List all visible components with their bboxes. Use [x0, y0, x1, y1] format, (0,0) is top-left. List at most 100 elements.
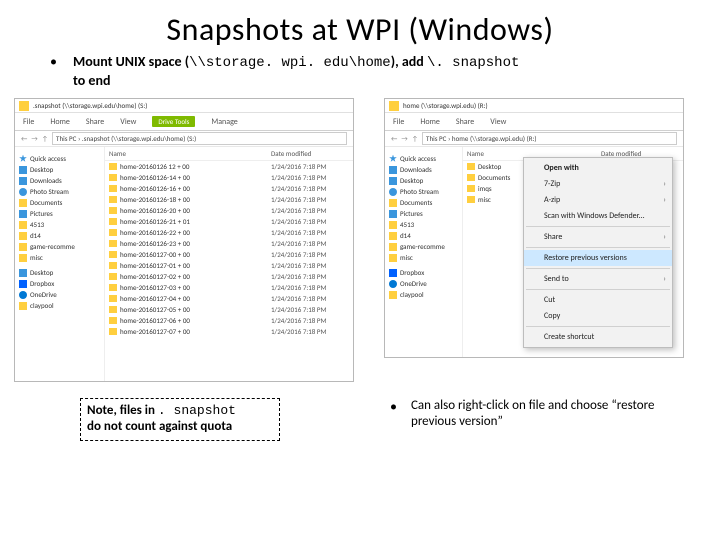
nav-item[interactable]: Dropbox — [387, 267, 460, 278]
list-item[interactable]: home-20160127-00 + 001/24/2016 7:18 PM — [105, 249, 353, 260]
file-date: 1/24/2016 7:18 PM — [271, 206, 349, 215]
nav-item[interactable]: Downloads — [387, 164, 460, 175]
menu-item[interactable]: Restore previous versions — [524, 250, 672, 266]
nav-item[interactable]: 4513 — [17, 219, 102, 230]
list-item[interactable]: home-20160126-18 + 001/24/2016 7:18 PM — [105, 194, 353, 205]
list-item[interactable]: home-20160126-20 + 001/24/2016 7:18 PM — [105, 205, 353, 216]
menu-label: Restore previous versions — [544, 253, 627, 263]
nav-item[interactable]: Quick access — [387, 153, 460, 164]
nav-item[interactable]: Dropbox — [17, 278, 102, 289]
up-icon[interactable]: ↑ — [42, 134, 48, 143]
tab-file[interactable]: File — [23, 117, 34, 127]
list-item[interactable]: home-20160127-05 + 001/24/2016 7:18 PM — [105, 304, 353, 315]
nav-item[interactable]: Desktop — [387, 175, 460, 186]
tab-manage[interactable]: Manage — [211, 117, 237, 127]
path-box[interactable]: This PC › .snapshot (\\storage.wpi.edu\h… — [52, 132, 347, 145]
nav-item[interactable]: Photo Stream — [387, 186, 460, 197]
menu-item[interactable]: Open with — [524, 160, 672, 176]
nav-item[interactable]: d14 — [387, 230, 460, 241]
drive-icon — [389, 101, 399, 111]
breadcrumb[interactable]: ← → ↑ This PC › .snapshot (\\storage.wpi… — [15, 131, 353, 147]
tab-share[interactable]: Share — [456, 117, 474, 127]
nav-item[interactable]: Downloads — [17, 175, 102, 186]
nav-item[interactable]: OneDrive — [387, 278, 460, 289]
menu-item[interactable]: Copy — [524, 308, 672, 324]
breadcrumb[interactable]: ← → ↑ This PC › home (\\storage.wpi.edu)… — [385, 131, 683, 147]
menu-item[interactable]: A-zip› — [524, 192, 672, 208]
menu-label: Scan with Windows Defender... — [544, 211, 645, 221]
nav-item[interactable]: game-recomme — [17, 241, 102, 252]
column-headers[interactable]: Name Date modified — [105, 147, 353, 161]
menu-item[interactable]: Share› — [524, 229, 672, 245]
window-titlebar[interactable]: .snapshot (\\storage.wpi.edu\home) (S:) — [15, 99, 353, 113]
fwd-icon[interactable]: → — [31, 134, 37, 143]
nav-item[interactable]: Pictures — [387, 208, 460, 219]
tab-drive-tools[interactable]: Drive Tools — [152, 116, 195, 127]
top-bullet: • Mount UNIX space (\\storage. wpi. edu\… — [0, 53, 720, 98]
list-item[interactable]: home-20160127-02 + 001/24/2016 7:18 PM — [105, 271, 353, 282]
file-date: 1/24/2016 7:18 PM — [271, 239, 349, 248]
back-icon[interactable]: ← — [21, 134, 27, 143]
nav-item[interactable]: 4513 — [387, 219, 460, 230]
nav-item[interactable]: Pictures — [17, 208, 102, 219]
note-l1b: . snapshot — [158, 403, 236, 418]
list-item[interactable]: home-20160126-14 + 001/24/2016 7:18 PM — [105, 172, 353, 183]
list-item[interactable]: home-20160126-23 + 001/24/2016 7:18 PM — [105, 238, 353, 249]
tab-view[interactable]: View — [120, 117, 136, 127]
menu-item[interactable]: 7-Zip› — [524, 176, 672, 192]
menu-label: Open with — [544, 163, 579, 173]
file-name: home-20160127-05 + 00 — [120, 305, 268, 314]
list-item[interactable]: home-20160126-21 + 011/24/2016 7:18 PM — [105, 216, 353, 227]
nav-item[interactable]: misc — [387, 252, 460, 263]
col-date[interactable]: Date modified — [271, 149, 349, 158]
list-item[interactable]: home-20160127-04 + 001/24/2016 7:18 PM — [105, 293, 353, 304]
nav-item[interactable]: Documents — [17, 197, 102, 208]
menu-item[interactable]: Send to› — [524, 271, 672, 287]
tab-view[interactable]: View — [490, 117, 506, 127]
folder-icon — [109, 163, 117, 170]
fwd-icon[interactable]: → — [401, 134, 407, 143]
nav-label: game-recomme — [400, 242, 445, 251]
menu-item[interactable]: Scan with Windows Defender... — [524, 208, 672, 224]
bullet-mid: ), add — [391, 53, 427, 70]
nav-item[interactable]: claypool — [17, 300, 102, 311]
nav-item[interactable]: Quick access — [17, 153, 102, 164]
bullet-dot-icon: • — [390, 398, 397, 441]
col-name[interactable]: Name — [109, 149, 271, 158]
tab-file[interactable]: File — [393, 117, 404, 127]
nav-item[interactable]: claypool — [387, 289, 460, 300]
list-item[interactable]: home-20160126-22 + 001/24/2016 7:18 PM — [105, 227, 353, 238]
nav-item[interactable]: Photo Stream — [17, 186, 102, 197]
bullet-add: \. snapshot — [427, 55, 519, 71]
back-icon[interactable]: ← — [391, 134, 397, 143]
nav-item[interactable]: Desktop — [17, 164, 102, 175]
path-box[interactable]: This PC › home (\\storage.wpi.edu) (R:) — [422, 132, 677, 145]
pic-icon — [389, 210, 397, 218]
window-title: home (\\storage.wpi.edu) (R:) — [403, 101, 488, 110]
menu-item[interactable]: Cut — [524, 292, 672, 308]
od-icon — [389, 280, 397, 288]
list-item[interactable]: home-20160127-01 + 001/24/2016 7:18 PM — [105, 260, 353, 271]
list-item[interactable]: home-20160127-06 + 001/24/2016 7:18 PM — [105, 315, 353, 326]
file-date: 1/24/2016 7:18 PM — [271, 228, 349, 237]
tab-share[interactable]: Share — [86, 117, 104, 127]
folder-icon — [467, 163, 475, 170]
nav-pane: Quick accessDownloadsDesktopPhoto Stream… — [385, 147, 463, 357]
menu-label: Cut — [544, 295, 555, 305]
nav-item[interactable]: game-recomme — [387, 241, 460, 252]
up-icon[interactable]: ↑ — [412, 134, 418, 143]
nav-item[interactable]: Desktop — [17, 267, 102, 278]
list-item[interactable]: home-20160127-07 + 001/24/2016 7:18 PM — [105, 326, 353, 337]
window-titlebar[interactable]: home (\\storage.wpi.edu) (R:) — [385, 99, 683, 113]
nav-item[interactable]: Documents — [387, 197, 460, 208]
tab-home[interactable]: Home — [50, 117, 70, 127]
folder-icon — [467, 196, 475, 203]
nav-item[interactable]: OneDrive — [17, 289, 102, 300]
list-item[interactable]: home-20160126 12 + 001/24/2016 7:18 PM — [105, 161, 353, 172]
nav-item[interactable]: d14 — [17, 230, 102, 241]
tab-home[interactable]: Home — [420, 117, 440, 127]
list-item[interactable]: home-20160126-16 + 001/24/2016 7:18 PM — [105, 183, 353, 194]
menu-item[interactable]: Create shortcut — [524, 329, 672, 345]
list-item[interactable]: home-20160127-03 + 001/24/2016 7:18 PM — [105, 282, 353, 293]
nav-item[interactable]: misc — [17, 252, 102, 263]
